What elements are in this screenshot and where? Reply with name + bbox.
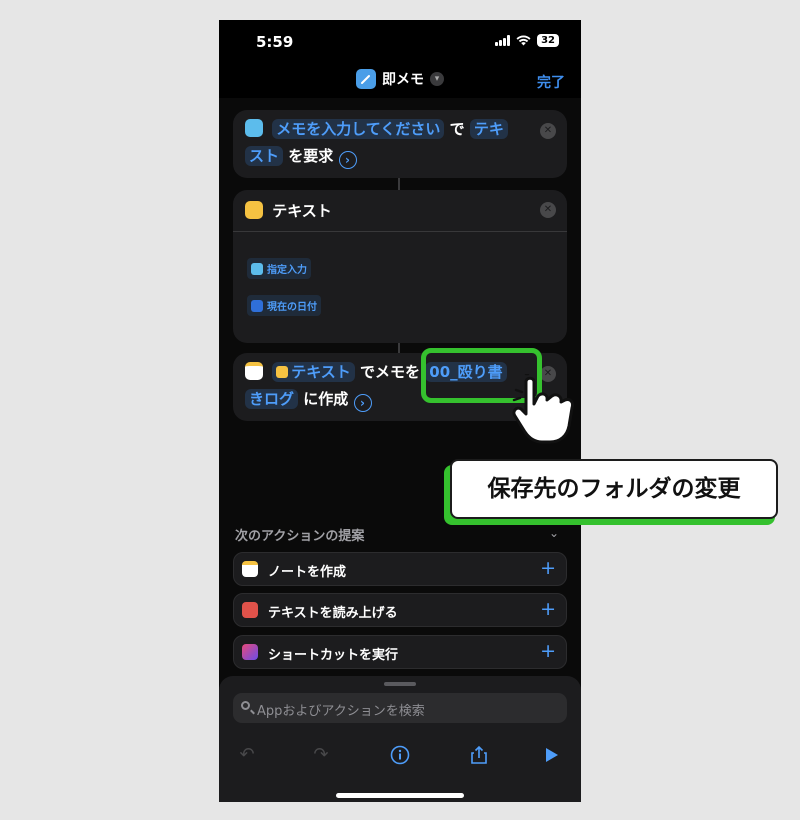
text-action-icon — [245, 201, 263, 219]
chevron-right-icon[interactable]: › — [353, 394, 372, 412]
chevron-down-icon[interactable]: ⌄ — [549, 526, 559, 540]
status-time: 5:59 — [256, 33, 294, 51]
done-button[interactable]: 完了 — [537, 72, 565, 92]
variable-token-current-date[interactable]: 現在の日付 — [247, 295, 321, 316]
info-icon[interactable] — [388, 743, 412, 767]
notes-app-icon — [245, 362, 263, 380]
search-placeholder: Appおよびアクションを検索 — [257, 704, 425, 719]
action-suffix: に作成 — [303, 390, 349, 408]
suggestions-header: 次のアクションの提案 — [235, 529, 365, 544]
shortcut-app-icon — [356, 69, 376, 89]
suggestion-item[interactable]: テキストを読み上げる + — [233, 593, 567, 627]
calendar-icon — [251, 299, 263, 312]
wifi-icon — [516, 35, 531, 46]
ask-for-input-action[interactable]: メモを入力してください で テキ スト を要求 › ✕ — [233, 110, 567, 178]
action-suffix: を要求 — [288, 147, 334, 165]
signal-icon — [495, 35, 511, 46]
editor-toolbar: ↶ ↷ — [219, 736, 581, 776]
shortcut-nav-bar: 即メモ ▾ 完了 — [219, 64, 581, 98]
connector-text: でメモを — [360, 363, 421, 381]
pointing-hand-icon — [512, 374, 574, 444]
add-icon[interactable]: + — [540, 557, 556, 579]
input-type-token[interactable]: スト — [245, 146, 284, 166]
notes-app-icon — [242, 561, 258, 577]
action-connector — [398, 176, 400, 190]
close-icon[interactable]: ✕ — [540, 202, 556, 218]
folder-token[interactable]: きログ — [245, 389, 299, 409]
text-action-icon — [276, 366, 289, 378]
ask-input-icon — [251, 262, 263, 275]
action-search-sheet: Appおよびアクションを検索 ↶ ↷ — [219, 676, 581, 802]
add-icon[interactable]: + — [540, 598, 556, 620]
share-icon[interactable] — [467, 743, 491, 767]
divider — [233, 231, 567, 232]
shortcut-title-menu[interactable]: 即メモ ▾ — [219, 69, 581, 89]
sheet-grabber[interactable] — [384, 682, 416, 686]
undo-icon[interactable]: ↶ — [235, 743, 259, 767]
play-icon[interactable] — [540, 743, 564, 767]
ask-input-icon — [245, 119, 263, 137]
chevron-right-icon[interactable]: › — [338, 151, 357, 169]
redo-icon[interactable]: ↷ — [309, 743, 333, 767]
suggestion-item[interactable]: ショートカットを実行 + — [233, 635, 567, 669]
speaker-icon — [242, 602, 258, 618]
add-icon[interactable]: + — [540, 640, 556, 662]
shortcuts-icon — [242, 644, 258, 660]
search-input[interactable]: Appおよびアクションを検索 — [233, 693, 567, 723]
input-type-token[interactable]: テキ — [469, 119, 508, 139]
battery-icon: 32 — [537, 34, 559, 47]
text-action[interactable]: テキスト ✕ 指定入力 現在の日付 — [233, 190, 567, 343]
prompt-token[interactable]: メモを入力してください — [272, 119, 445, 139]
callout-label: 保存先のフォルダの変更 — [450, 459, 778, 519]
search-icon — [241, 701, 250, 710]
home-indicator — [336, 793, 464, 798]
variable-token-provided-input[interactable]: 指定入力 — [247, 258, 311, 279]
status-bar: 5:59 32 — [219, 20, 581, 64]
chevron-down-icon: ▾ — [430, 72, 444, 86]
text-action-title: テキスト — [272, 202, 332, 220]
shortcut-title: 即メモ — [382, 72, 424, 88]
text-variable-token[interactable]: テキスト — [272, 362, 355, 382]
connector-text: で — [449, 120, 465, 138]
status-icons: 32 — [495, 34, 559, 47]
suggestion-item[interactable]: ノートを作成 + — [233, 552, 567, 586]
close-icon[interactable]: ✕ — [540, 123, 556, 139]
